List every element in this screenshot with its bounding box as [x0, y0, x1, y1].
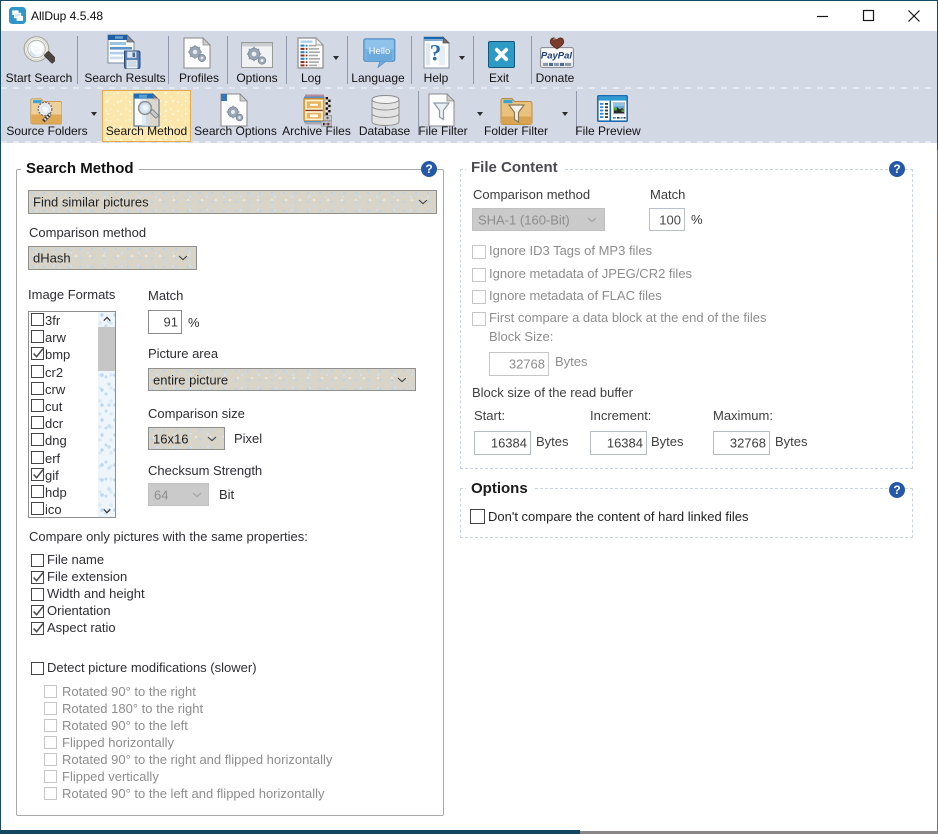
svg-text:Hello: Hello	[369, 46, 391, 57]
svg-text:?: ?	[430, 41, 442, 66]
svg-text:PayPal: PayPal	[541, 51, 573, 62]
